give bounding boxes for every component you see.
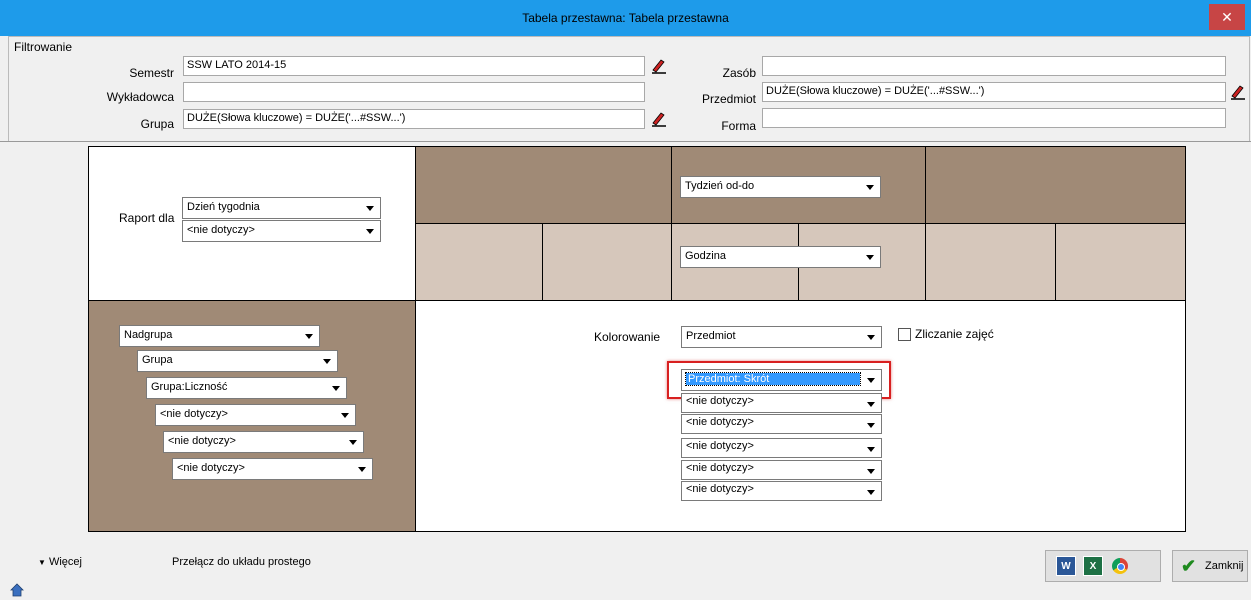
value-combo-3-value: <nie dotyczy> bbox=[686, 416, 754, 428]
report-cell: Raport dla Dzień tygodnia <nie dotyczy> bbox=[89, 147, 416, 301]
filter-legend: Filtrowanie bbox=[12, 40, 75, 54]
coloring-combo[interactable]: Przedmiot bbox=[681, 326, 882, 348]
report-combo-day-value: Dzień tygodnia bbox=[187, 201, 260, 213]
chevron-down-icon bbox=[867, 423, 875, 428]
more-toggle[interactable]: ▼ Więcej bbox=[38, 556, 82, 568]
separator bbox=[0, 141, 1251, 142]
value-combo-4[interactable]: <nie dotyczy> bbox=[681, 438, 882, 458]
column-combo-hour-value: Godzina bbox=[685, 250, 726, 262]
chevron-down-icon bbox=[305, 334, 313, 339]
chevron-down-icon bbox=[866, 185, 874, 190]
grupa-label: Grupa bbox=[140, 117, 174, 131]
row-combo-2-value: Grupa bbox=[142, 354, 173, 366]
col-subheader-cell bbox=[1056, 224, 1185, 301]
chevron-down-icon bbox=[332, 386, 340, 391]
chevron-down-icon bbox=[358, 467, 366, 472]
row-combo-2[interactable]: Grupa bbox=[137, 350, 338, 372]
value-combo-6-value: <nie dotyczy> bbox=[686, 483, 754, 495]
chevron-down-icon bbox=[866, 255, 874, 260]
col-subheader-cell bbox=[416, 224, 543, 301]
coloring-label: Kolorowanie bbox=[594, 330, 661, 344]
chevron-down-icon bbox=[366, 206, 374, 211]
column-combo-hour[interactable]: Godzina bbox=[680, 246, 881, 268]
row-combo-6-value: <nie dotyczy> bbox=[177, 462, 245, 474]
semestr-label: Semestr bbox=[129, 66, 174, 80]
pivot-grid: Raport dla Dzień tygodnia <nie dotyczy> … bbox=[88, 146, 1186, 532]
value-combo-6[interactable]: <nie dotyczy> bbox=[681, 481, 882, 501]
value-combo-2-value: <nie dotyczy> bbox=[686, 395, 754, 407]
report-combo-2[interactable]: <nie dotyczy> bbox=[182, 220, 381, 242]
report-combo-day[interactable]: Dzień tygodnia bbox=[182, 197, 381, 219]
excel-icon[interactable]: X bbox=[1083, 556, 1103, 576]
chevron-down-icon bbox=[867, 447, 875, 452]
title-bar: Tabela przestawna: Tabela przestawna ✕ bbox=[0, 0, 1251, 36]
col-subheader-cell bbox=[543, 224, 672, 301]
count-classes-checkbox[interactable] bbox=[898, 328, 911, 341]
semestr-field[interactable]: SSW LATO 2014-15 bbox=[183, 56, 645, 76]
report-combo-2-value: <nie dotyczy> bbox=[187, 224, 255, 236]
przedmiot-picker-icon[interactable] bbox=[1229, 82, 1247, 100]
zasob-field[interactable] bbox=[762, 56, 1226, 76]
chevron-down-icon bbox=[867, 335, 875, 340]
semestr-picker-icon[interactable] bbox=[650, 56, 668, 74]
col-header-cell bbox=[926, 147, 1185, 224]
home-icon bbox=[10, 583, 24, 597]
column-combo-week-value: Tydzień od-do bbox=[685, 180, 755, 192]
column-combo-week[interactable]: Tydzień od-do bbox=[680, 176, 881, 198]
checkmark-icon: ✔ bbox=[1181, 556, 1197, 576]
col-subheader-cell bbox=[926, 224, 1056, 301]
row-combo-1[interactable]: Nadgrupa bbox=[119, 325, 320, 347]
wykladowca-label: Wykładowca bbox=[106, 90, 174, 104]
more-label: Więcej bbox=[48, 556, 82, 568]
row-combo-3[interactable]: Grupa:Liczność bbox=[146, 377, 347, 399]
value-combo-3[interactable]: <nie dotyczy> bbox=[681, 414, 882, 434]
caret-down-icon: ▼ bbox=[38, 558, 46, 567]
chevron-down-icon bbox=[867, 469, 875, 474]
coloring-combo-value: Przedmiot bbox=[686, 330, 736, 342]
chevron-down-icon bbox=[323, 359, 331, 364]
chevron-down-icon bbox=[867, 490, 875, 495]
chevron-down-icon bbox=[867, 402, 875, 407]
close-button-label: Zamknij bbox=[1205, 560, 1244, 572]
value-combo-4-value: <nie dotyczy> bbox=[686, 440, 754, 452]
przedmiot-field[interactable]: DUŻE(Słowa kluczowe) = DUŻE('...#SSW...'… bbox=[762, 82, 1226, 102]
count-classes-label: Zliczanie zajęć bbox=[915, 327, 994, 341]
row-combo-3-value: Grupa:Liczność bbox=[151, 381, 228, 393]
col-header-cell bbox=[416, 147, 672, 224]
zasob-label: Zasób bbox=[722, 66, 756, 80]
close-window-button[interactable]: ✕ bbox=[1209, 4, 1245, 30]
row-combo-5[interactable]: <nie dotyczy> bbox=[163, 431, 364, 453]
forma-field[interactable] bbox=[762, 108, 1226, 128]
row-combo-5-value: <nie dotyczy> bbox=[168, 435, 236, 447]
chevron-down-icon bbox=[349, 440, 357, 445]
przedmiot-label: Przedmiot bbox=[701, 92, 756, 106]
row-combo-4-value: <nie dotyczy> bbox=[160, 408, 228, 420]
export-buttons: W X bbox=[1045, 550, 1161, 582]
wykladowca-field[interactable] bbox=[183, 82, 645, 102]
value-combo-5-value: <nie dotyczy> bbox=[686, 462, 754, 474]
window-title: Tabela przestawna: Tabela przestawna bbox=[522, 11, 729, 25]
values-cell: Kolorowanie Przedmiot Zliczanie zajęć Pr… bbox=[416, 301, 1185, 531]
value-combo-1[interactable]: Przedmiot: Skrót bbox=[681, 369, 882, 391]
forma-label: Forma bbox=[721, 119, 756, 133]
grupa-picker-icon[interactable] bbox=[650, 109, 668, 127]
chrome-icon[interactable] bbox=[1112, 558, 1128, 574]
chevron-down-icon bbox=[366, 229, 374, 234]
chevron-down-icon bbox=[867, 378, 875, 383]
word-icon[interactable]: W bbox=[1056, 556, 1076, 576]
report-label: Raport dla bbox=[119, 211, 175, 225]
switch-layout-link[interactable]: Przełącz do układu prostego bbox=[172, 556, 311, 568]
close-button[interactable]: ✔ Zamknij bbox=[1172, 550, 1248, 582]
row-header-cell: Nadgrupa Grupa Grupa:Liczność <nie dotyc… bbox=[89, 301, 416, 531]
value-combo-1-value: Przedmiot: Skrót bbox=[685, 372, 861, 386]
row-combo-1-value: Nadgrupa bbox=[124, 329, 173, 341]
row-combo-4[interactable]: <nie dotyczy> bbox=[155, 404, 356, 426]
value-combo-2[interactable]: <nie dotyczy> bbox=[681, 393, 882, 413]
chevron-down-icon bbox=[341, 413, 349, 418]
value-combo-5[interactable]: <nie dotyczy> bbox=[681, 460, 882, 480]
row-combo-6[interactable]: <nie dotyczy> bbox=[172, 458, 373, 480]
grupa-field[interactable]: DUŻE(Słowa kluczowe) = DUŻE('...#SSW...'… bbox=[183, 109, 645, 129]
